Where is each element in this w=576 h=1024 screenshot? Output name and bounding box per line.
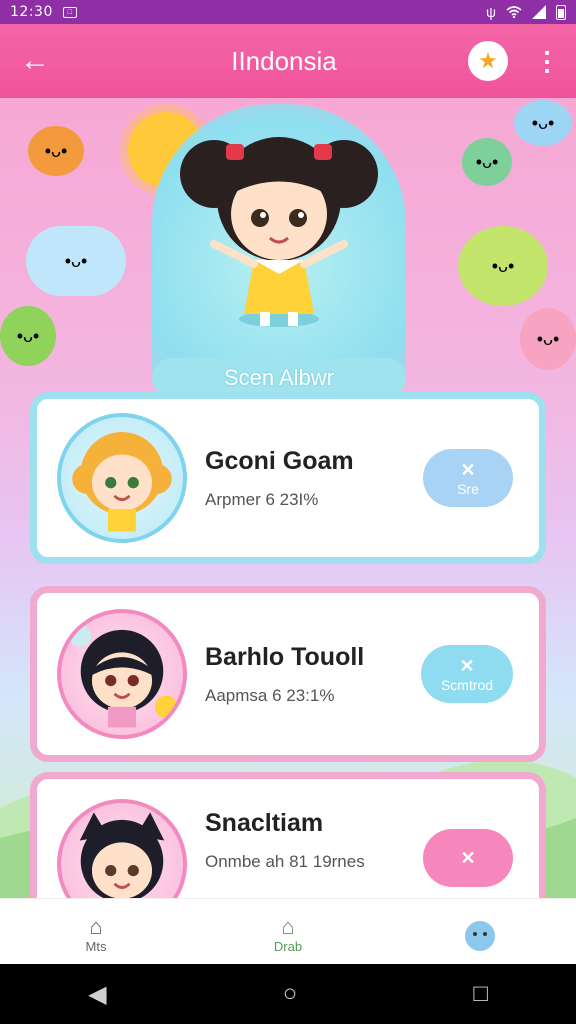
wifi-icon bbox=[506, 6, 522, 18]
list-item-action-label: Sre bbox=[457, 480, 479, 497]
house-icon: ⌂ bbox=[281, 914, 295, 939]
home-icon: ⌂ bbox=[89, 914, 103, 939]
nav-item-mts[interactable]: ⌂ Mts bbox=[41, 914, 151, 955]
status-bar: 12:30 □ ψ bbox=[0, 0, 576, 24]
list-item-action-button[interactable]: ✕ Sre bbox=[423, 449, 513, 507]
status-icons: ψ bbox=[486, 4, 566, 20]
system-navigation-bar: ◀ ○ □ bbox=[0, 964, 576, 1024]
vibrate-icon: ψ bbox=[486, 4, 496, 20]
avatar bbox=[57, 799, 187, 898]
list-item[interactable]: Barhlo Touoll Aapmsa 6 23:1% ✕ Scmtrod bbox=[30, 586, 546, 762]
list-item-info: Barhlo Touoll Aapmsa 6 23:1% bbox=[205, 643, 421, 706]
battery-icon bbox=[556, 4, 566, 20]
list-item-action-label: Scmtrod bbox=[440, 676, 494, 693]
list-item-info: Gconi Goam Arpmer 6 23I% bbox=[205, 447, 423, 510]
list-item-action-button[interactable]: ✕ bbox=[423, 829, 513, 887]
list-item[interactable]: Gconi Goam Arpmer 6 23I% ✕ Sre bbox=[30, 392, 546, 564]
hero-banner[interactable]: Scen Albwr bbox=[152, 104, 406, 398]
close-icon: ✕ bbox=[459, 655, 475, 676]
system-recents-button[interactable]: □ bbox=[473, 980, 488, 1008]
yellow-green-creature-icon: •ᴗ• bbox=[458, 226, 548, 306]
system-back-button[interactable]: ◀ bbox=[88, 980, 106, 1009]
signal-icon bbox=[532, 5, 546, 19]
green-creature-icon: •ᴗ• bbox=[0, 306, 56, 366]
blue-creature-icon: •ᴗ• bbox=[514, 100, 572, 146]
teal-creature-icon: •ᴗ• bbox=[462, 138, 512, 186]
cloud-creature-icon: •ᴗ• bbox=[26, 226, 126, 296]
list-item-title: Barhlo Touoll bbox=[205, 642, 365, 671]
status-time: 12:30 bbox=[10, 4, 53, 20]
bottom-navigation: ⌂ Mts ⌂ Drab bbox=[0, 898, 576, 964]
nav-item-label: Mts bbox=[85, 939, 107, 954]
list-item-title: Gconi Goam bbox=[205, 446, 354, 475]
list-item-title: Snacltiam bbox=[205, 809, 324, 837]
avatar bbox=[57, 609, 187, 739]
orange-creature-icon: •ᴗ• bbox=[28, 126, 84, 176]
app-bar: ← IIndonsia ★ ⋮ bbox=[0, 24, 576, 98]
more-options-button[interactable]: ⋮ bbox=[532, 46, 562, 77]
avatar bbox=[57, 413, 187, 543]
pink-creature-icon: •ᴗ• bbox=[520, 308, 576, 370]
list-item-info: Snacltiam Onmbe ah 81 19rnes bbox=[205, 809, 423, 872]
sim-icon: □ bbox=[62, 6, 77, 18]
nav-item-label: Drab bbox=[273, 939, 303, 954]
list-item[interactable]: Snacltiam Onmbe ah 81 19rnes ✕ bbox=[30, 772, 546, 898]
back-button[interactable]: ← bbox=[0, 24, 70, 98]
blue-pet-icon bbox=[465, 921, 495, 951]
system-home-button[interactable]: ○ bbox=[283, 980, 298, 1008]
close-icon: ✕ bbox=[460, 847, 476, 868]
page-title: IIndonsia bbox=[231, 45, 337, 76]
nav-item-blue-pet[interactable] bbox=[425, 914, 535, 954]
list-item-action-button[interactable]: ✕ Scmtrod bbox=[421, 645, 513, 703]
mascot-icon[interactable]: ★ bbox=[468, 41, 508, 81]
main-content[interactable]: •ᴗ• •ᴗ• •ᴗ• •ᴗ• •ᴗ• •ᴗ• •ᴗ• •ᴗ• •ᴗ• bbox=[0, 98, 576, 898]
list-item-subtitle: Arpmer 6 23I% bbox=[205, 489, 319, 509]
hero-character-avatar bbox=[180, 137, 378, 327]
list-item-subtitle: Onmbe ah 81 19rnes bbox=[205, 852, 365, 871]
close-icon: ✕ bbox=[460, 459, 476, 480]
nav-item-drab[interactable]: ⌂ Drab bbox=[233, 914, 343, 955]
list-item-subtitle: Aapmsa 6 23:1% bbox=[205, 685, 335, 705]
